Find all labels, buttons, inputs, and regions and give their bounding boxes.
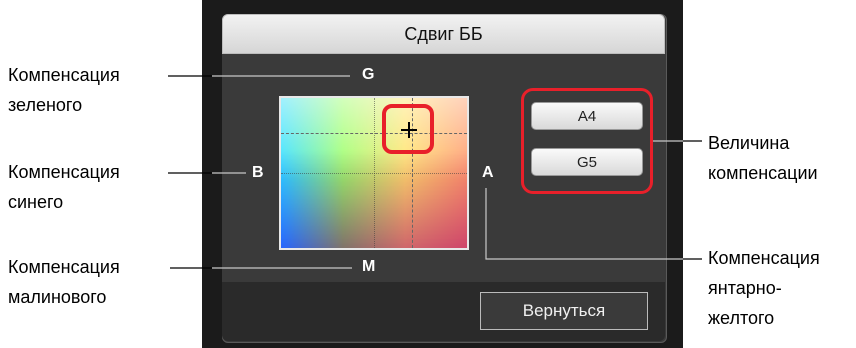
callout-compensation-value: Величина компенсации (708, 133, 818, 183)
dialog-title: Сдвиг ББ (222, 14, 665, 54)
axis-label-blue: B (252, 164, 264, 181)
callout-green-compensation: Компенсация зеленого (8, 65, 120, 115)
wb-shift-grid[interactable] (279, 96, 469, 250)
back-button[interactable]: Вернуться (480, 292, 648, 330)
crosshair-icon[interactable] (401, 122, 417, 138)
callout-blue-compensation: Компенсация синего (8, 162, 120, 212)
cursor-line-horizontal (281, 133, 467, 134)
axis-label-green: G (362, 66, 375, 83)
green-value-field[interactable]: G5 (531, 148, 643, 176)
callout-amber-compensation: Компенсация янтарно- желтого (708, 248, 820, 328)
axis-label-magenta: M (362, 258, 376, 275)
callout-magenta-compensation: Компенсация малинового (8, 257, 120, 307)
center-line-vertical (374, 98, 375, 248)
amber-value-field[interactable]: A4 (531, 102, 643, 130)
axis-label-amber: A (482, 164, 494, 181)
